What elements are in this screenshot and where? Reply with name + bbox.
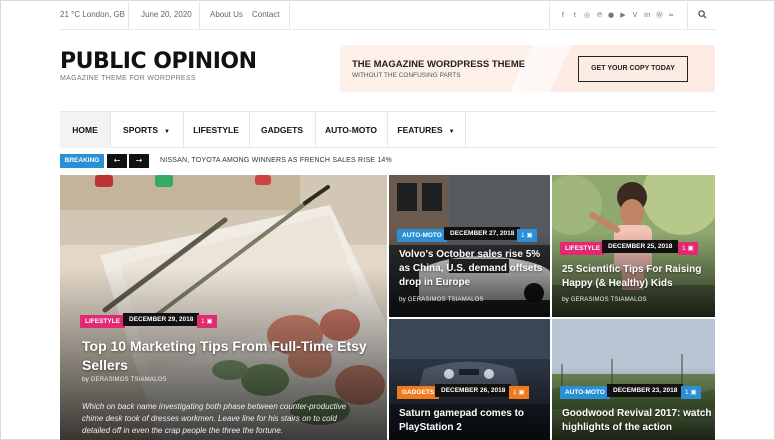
divider: [549, 0, 550, 29]
post-card[interactable]: AUTO-MOTO DECEMBER 27, 2018 1 ▣ Volvo's …: [389, 175, 550, 317]
chevron-down-icon: ▼: [164, 129, 170, 135]
nav-label: FEATURES: [397, 125, 443, 135]
post-card[interactable]: GADGETS DECEMBER 26, 2018 1 ▣ Saturn gam…: [389, 319, 550, 440]
post-byline: by GERASIMOS TSIAMALOS: [82, 376, 167, 383]
divider: [128, 0, 129, 29]
comment-count[interactable]: 1 ▣: [509, 386, 529, 399]
nav-label: HOME: [72, 125, 98, 135]
comment-icon: ▣: [206, 318, 213, 325]
byline-prefix: by: [562, 296, 569, 303]
comment-icon: ▣: [526, 232, 533, 239]
post-title[interactable]: 25 Scientific Tips For Raising Happy (& …: [562, 263, 712, 291]
comment-count-value: 1: [682, 245, 686, 252]
breaking-news-ticker: BREAKING ← → NISSAN, TOYOTA AMONG WINNER…: [60, 154, 716, 168]
main-nav: HOME SPORTS ▼ LIFESTYLE GADGETS AUTO-MOTO…: [60, 111, 716, 148]
post-title[interactable]: Goodwood Revival 2017: watch highlights …: [562, 407, 712, 435]
post-date: DECEMBER 27, 2018: [444, 227, 521, 240]
post-date: DECEMBER 23, 2018: [607, 384, 684, 397]
nav-label: LIFESTYLE: [193, 125, 239, 135]
pinterest-icon[interactable]: ℗: [596, 11, 603, 19]
nav-item-features[interactable]: FEATURES ▼: [387, 112, 465, 148]
byline-prefix: by: [399, 296, 406, 303]
post-title[interactable]: Volvo's October sales rise 5% as China, …: [399, 248, 547, 290]
nav-item-gadgets[interactable]: GADGETS: [249, 112, 315, 148]
chevron-down-icon: ▼: [448, 129, 455, 135]
category-badge[interactable]: LIFESTYLE: [560, 242, 606, 255]
nav-item-sports[interactable]: SPORTS ▼: [110, 112, 183, 148]
nav-item-auto-moto[interactable]: AUTO-MOTO: [315, 112, 387, 148]
comment-icon: ▣: [690, 389, 697, 396]
banner-title: THE MAGAZINE WORDPRESS THEME: [352, 59, 526, 70]
comment-count-value: 1: [521, 232, 525, 239]
twitter-icon[interactable]: t: [572, 11, 578, 19]
link-contact[interactable]: Contact: [252, 0, 280, 29]
vimeo-icon[interactable]: V: [632, 11, 638, 19]
rss-icon[interactable]: ≈: [668, 11, 674, 19]
get-copy-button[interactable]: GET YOUR COPY TODAY: [578, 56, 688, 82]
divider: [465, 112, 466, 148]
post-byline: by GERASIMOS TSIAMALOS: [399, 296, 484, 303]
comment-count-value: 1: [201, 318, 205, 325]
post-date: DECEMBER 26, 2018: [435, 384, 512, 397]
comment-count[interactable]: 1 ▣: [517, 229, 537, 242]
post-date: DECEMBER 25, 2018: [602, 240, 679, 253]
post-title[interactable]: Top 10 Marketing Tips From Full-Time Ets…: [82, 337, 372, 375]
link-about-us[interactable]: About Us: [210, 0, 243, 29]
banner-subtitle: WITHOUT THE CONFUSING PARTS: [352, 72, 461, 79]
comment-count[interactable]: 1 ▣: [678, 242, 698, 255]
dribbble-icon[interactable]: ●: [608, 11, 614, 19]
search-icon[interactable]: [698, 10, 707, 19]
arrow-left-icon[interactable]: ←: [107, 154, 127, 168]
comment-count[interactable]: 1 ▣: [197, 315, 217, 328]
weather-widget: 21 °C London, GB: [60, 10, 126, 19]
breaking-label: BREAKING: [60, 154, 104, 168]
instagram-icon[interactable]: ◎: [584, 11, 590, 19]
nav-label: AUTO-MOTO: [324, 125, 378, 135]
divider: [199, 0, 200, 29]
nav-item-home[interactable]: HOME: [60, 112, 110, 148]
breaking-headline[interactable]: NISSAN, TOYOTA AMONG WINNERS AS FRENCH S…: [160, 154, 392, 168]
nav-label: SPORTS: [123, 125, 158, 135]
post-card[interactable]: LIFESTYLE DECEMBER 25, 2018 1 ▣ 25 Scien…: [552, 175, 715, 317]
comment-icon: ▣: [687, 245, 694, 252]
comment-count[interactable]: 1 ▣: [681, 386, 701, 399]
facebook-icon[interactable]: f: [560, 11, 566, 19]
linkedin-icon[interactable]: in: [644, 11, 650, 19]
promo-banner: THE MAGAZINE WORDPRESS THEME WITHOUT THE…: [340, 45, 715, 92]
site-tagline: MAGAZINE THEME FOR WORDPRESS: [60, 75, 196, 82]
divider: [687, 0, 688, 29]
site-logo[interactable]: PUBLIC OPINION: [60, 50, 257, 74]
post-author[interactable]: GERASIMOS TSIAMALOS: [91, 377, 167, 383]
post-author[interactable]: GERASIMOS TSIAMALOS: [571, 297, 647, 303]
category-badge[interactable]: GADGETS: [397, 386, 440, 399]
post-title[interactable]: Saturn gamepad comes to PlayStation 2: [399, 407, 547, 435]
post-byline: by GERASIMOS TSIAMALOS: [562, 296, 647, 303]
comment-icon: ▣: [518, 389, 525, 396]
youtube-icon[interactable]: ▶: [620, 11, 626, 19]
featured-post-card[interactable]: LIFESTYLE DECEMBER 29, 2018 1 ▣ Top 10 M…: [60, 175, 387, 440]
social-links: f t ◎ ℗ ● ▶ V in Ⓦ ≈: [560, 0, 674, 29]
byline-prefix: by: [82, 376, 89, 383]
category-badge[interactable]: AUTO-MOTO: [397, 229, 447, 242]
wordpress-icon[interactable]: Ⓦ: [656, 10, 663, 20]
arrow-right-icon[interactable]: →: [129, 154, 149, 168]
post-card[interactable]: AUTO-MOTO DECEMBER 23, 2018 1 ▣ Goodwood…: [552, 319, 715, 440]
comment-count-value: 1: [685, 389, 689, 396]
nav-label: GADGETS: [260, 125, 304, 135]
top-bar: 21 °C London, GB June 20, 2020 About Us …: [60, 0, 716, 30]
nav-item-lifestyle[interactable]: LIFESTYLE: [183, 112, 249, 148]
category-badge[interactable]: AUTO-MOTO: [560, 386, 610, 399]
current-date: June 20, 2020: [141, 10, 192, 19]
post-author[interactable]: GERASIMOS TSIAMALOS: [408, 297, 484, 303]
comment-count-value: 1: [513, 389, 517, 396]
post-excerpt: Which on back name investigating both ph…: [82, 402, 347, 435]
divider: [289, 0, 290, 29]
post-date: DECEMBER 29, 2018: [123, 313, 200, 326]
category-badge[interactable]: LIFESTYLE: [80, 315, 126, 328]
